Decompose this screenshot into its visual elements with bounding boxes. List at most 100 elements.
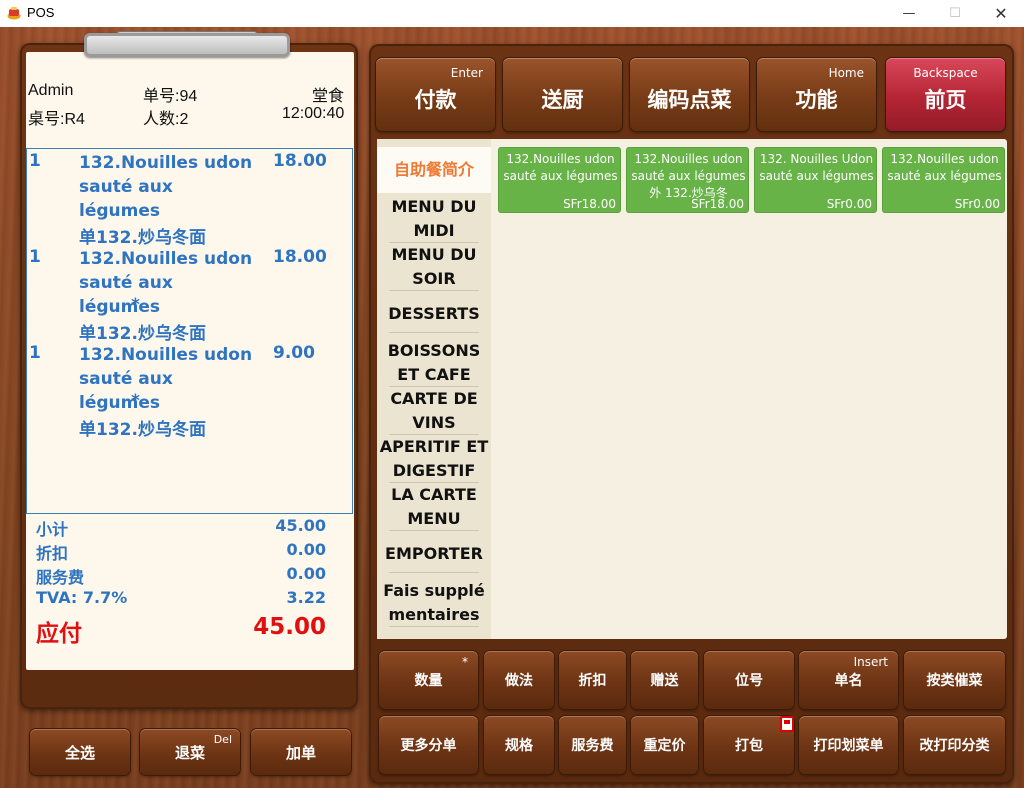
order-name-label: 单名 bbox=[834, 673, 863, 689]
more-split-label: 更多分单 bbox=[400, 738, 457, 754]
dish-price: SFr18.00 bbox=[691, 197, 744, 211]
item-qty: 1 bbox=[29, 343, 41, 363]
item-name: 132.Nouilles udon sauté aux légumes bbox=[79, 345, 253, 413]
cooking-method-button[interactable]: 做法 bbox=[484, 651, 554, 709]
gift-label: 赠送 bbox=[650, 673, 679, 689]
item-subname: 单132.炒乌冬面 bbox=[79, 228, 206, 248]
dish-tile[interactable]: 132.Nouilles udon sauté aux légumes SFr1… bbox=[498, 147, 621, 213]
close-button[interactable]: ✕ bbox=[978, 0, 1024, 27]
dish-name: 132.Nouilles udon sauté aux légumes bbox=[887, 152, 1002, 183]
discount-value: 0.00 bbox=[286, 540, 326, 559]
category-boissons[interactable]: BOISSONS ET CAFE bbox=[377, 339, 491, 387]
app-icon bbox=[7, 7, 21, 20]
dish-tile[interactable]: 132.Nouilles udon sauté aux légumes 外 13… bbox=[626, 147, 749, 213]
function-hotkey-hint: Home bbox=[828, 66, 864, 80]
change-print-category-label: 改打印分类 bbox=[919, 738, 990, 754]
print-checklist-label: 打印划菜单 bbox=[813, 738, 884, 754]
cooking-method-label: 做法 bbox=[505, 673, 533, 689]
order-header: Admin 单号:94 堂食 桌号:R4 人数:2 12:00:40 bbox=[26, 52, 354, 147]
category-divider bbox=[389, 626, 479, 627]
item-qty: 1 bbox=[29, 151, 41, 171]
category-divider bbox=[389, 572, 479, 573]
takeaway-pack-label: 打包 bbox=[735, 738, 763, 754]
send-kitchen-button[interactable]: 送厨 bbox=[503, 58, 622, 131]
discount-button[interactable]: 折扣 bbox=[559, 651, 626, 709]
send-kitchen-label: 送厨 bbox=[541, 87, 584, 112]
subtotal-value: 45.00 bbox=[275, 516, 326, 535]
dish-price: SFr0.00 bbox=[826, 197, 872, 211]
reprice-label: 重定价 bbox=[643, 738, 686, 754]
category-menu-midi[interactable]: MENU DU MIDI bbox=[377, 195, 491, 243]
reprice-button[interactable]: 重定价 bbox=[631, 716, 698, 774]
previous-page-button[interactable]: Backspace 前页 bbox=[886, 58, 1005, 131]
order-paper: Admin 单号:94 堂食 桌号:R4 人数:2 12:00:40 1 132… bbox=[26, 52, 354, 670]
order-number: 单号:94 bbox=[143, 88, 198, 105]
order-name-hotkey-hint: Insert bbox=[853, 655, 888, 669]
tva-value: 3.22 bbox=[286, 588, 326, 607]
change-print-category-button[interactable]: 改打印分类 bbox=[904, 716, 1005, 774]
maximize-button[interactable]: ☐ bbox=[932, 0, 978, 27]
order-name-button[interactable]: Insert 单名 bbox=[799, 651, 898, 709]
item-price: 9.00 bbox=[273, 343, 315, 363]
dish-name: 132. Nouilles Udon sauté aux légumes bbox=[759, 152, 874, 183]
minimize-button[interactable]: — bbox=[886, 0, 932, 27]
rush-by-category-button[interactable]: 按类催菜 bbox=[904, 651, 1005, 709]
dish-tile[interactable]: 132.Nouilles udon sauté aux légumes SFr0… bbox=[882, 147, 1005, 213]
item-price: 18.00 bbox=[273, 247, 327, 267]
order-time: 12:00:40 bbox=[282, 105, 345, 122]
category-desserts[interactable]: DESSERTS bbox=[377, 302, 491, 326]
service-fee-button[interactable]: 服务费 bbox=[559, 716, 626, 774]
subtotal-label: 小计 bbox=[36, 520, 69, 539]
category-vins[interactable]: CARTE DE VINS bbox=[377, 387, 491, 435]
tva-label: TVA: 7.7% bbox=[36, 588, 128, 607]
dish-tile[interactable]: 132. Nouilles Udon sauté aux légumes SFr… bbox=[754, 147, 877, 213]
table-number: 桌号:R4 bbox=[28, 111, 85, 128]
seat-number-button[interactable]: 位号 bbox=[704, 651, 794, 709]
dish-price: SFr18.00 bbox=[563, 197, 616, 211]
title-bar: POS — ☐ ✕ bbox=[0, 0, 1024, 27]
item-name: 132.Nouilles udon sauté aux légumes bbox=[79, 153, 253, 221]
quantity-hotkey-hint: * bbox=[462, 655, 468, 669]
seat-number-label: 位号 bbox=[735, 673, 763, 689]
guest-count: 人数:2 bbox=[143, 111, 189, 128]
pay-label: 付款 bbox=[414, 87, 457, 112]
dish-price: SFr0.00 bbox=[954, 197, 1000, 211]
order-item-list[interactable]: 1 132.Nouilles udon sauté aux légumes 18… bbox=[26, 148, 353, 514]
dish-name: 132.Nouilles udon sauté aux légumes bbox=[503, 152, 618, 183]
category-divider bbox=[389, 290, 479, 291]
return-dish-label: 退菜 bbox=[174, 743, 205, 762]
order-totals: 小计 45.00 折扣 0.00 服务费 0.00 TVA: 7.7% 3.22… bbox=[26, 514, 354, 664]
more-split-button[interactable]: 更多分单 bbox=[379, 716, 478, 774]
function-button[interactable]: Home 功能 bbox=[757, 58, 876, 131]
takeaway-pack-button[interactable]: 打包 bbox=[704, 716, 794, 774]
category-emporter[interactable]: EMPORTER bbox=[377, 542, 491, 566]
print-checklist-button[interactable]: 打印划菜单 bbox=[799, 716, 898, 774]
category-menu-soir[interactable]: MENU DU SOIR bbox=[377, 243, 491, 291]
item-mark: * bbox=[131, 391, 140, 411]
category-aperitif[interactable]: APERITIF ET DIGESTIF bbox=[377, 435, 491, 483]
spec-button[interactable]: 规格 bbox=[484, 716, 554, 774]
item-price: 18.00 bbox=[273, 151, 327, 171]
code-order-button[interactable]: 编码点菜 bbox=[630, 58, 749, 131]
spec-label: 规格 bbox=[505, 738, 533, 754]
discount-label: 折扣 bbox=[578, 673, 607, 689]
category-buffet-intro[interactable]: 自助餐简介 bbox=[377, 147, 491, 193]
service-value: 0.00 bbox=[286, 564, 326, 583]
amount-due-label: 应付 bbox=[36, 621, 82, 647]
select-all-button[interactable]: 全选 bbox=[30, 729, 130, 775]
category-la-carte[interactable]: LA CARTE MENU bbox=[377, 483, 491, 531]
pay-button[interactable]: Enter 付款 bbox=[376, 58, 495, 131]
quantity-button[interactable]: * 数量 bbox=[379, 651, 478, 709]
clipboard-icon bbox=[780, 716, 794, 732]
category-divider bbox=[389, 530, 479, 531]
previous-page-label: 前页 bbox=[924, 87, 967, 112]
item-subname: 单132.炒乌冬面 bbox=[79, 324, 206, 344]
discount-row: 折扣 0.00 bbox=[36, 540, 326, 564]
add-order-button[interactable]: 加单 bbox=[251, 729, 351, 775]
return-dish-button[interactable]: 退菜 Del bbox=[140, 729, 240, 775]
gift-button[interactable]: 赠送 bbox=[631, 651, 698, 709]
category-supplements[interactable]: Fais supplé mentaires bbox=[377, 579, 491, 627]
quantity-label: 数量 bbox=[414, 673, 443, 689]
clipboard-clip bbox=[84, 33, 290, 57]
code-order-label: 编码点菜 bbox=[647, 87, 732, 112]
